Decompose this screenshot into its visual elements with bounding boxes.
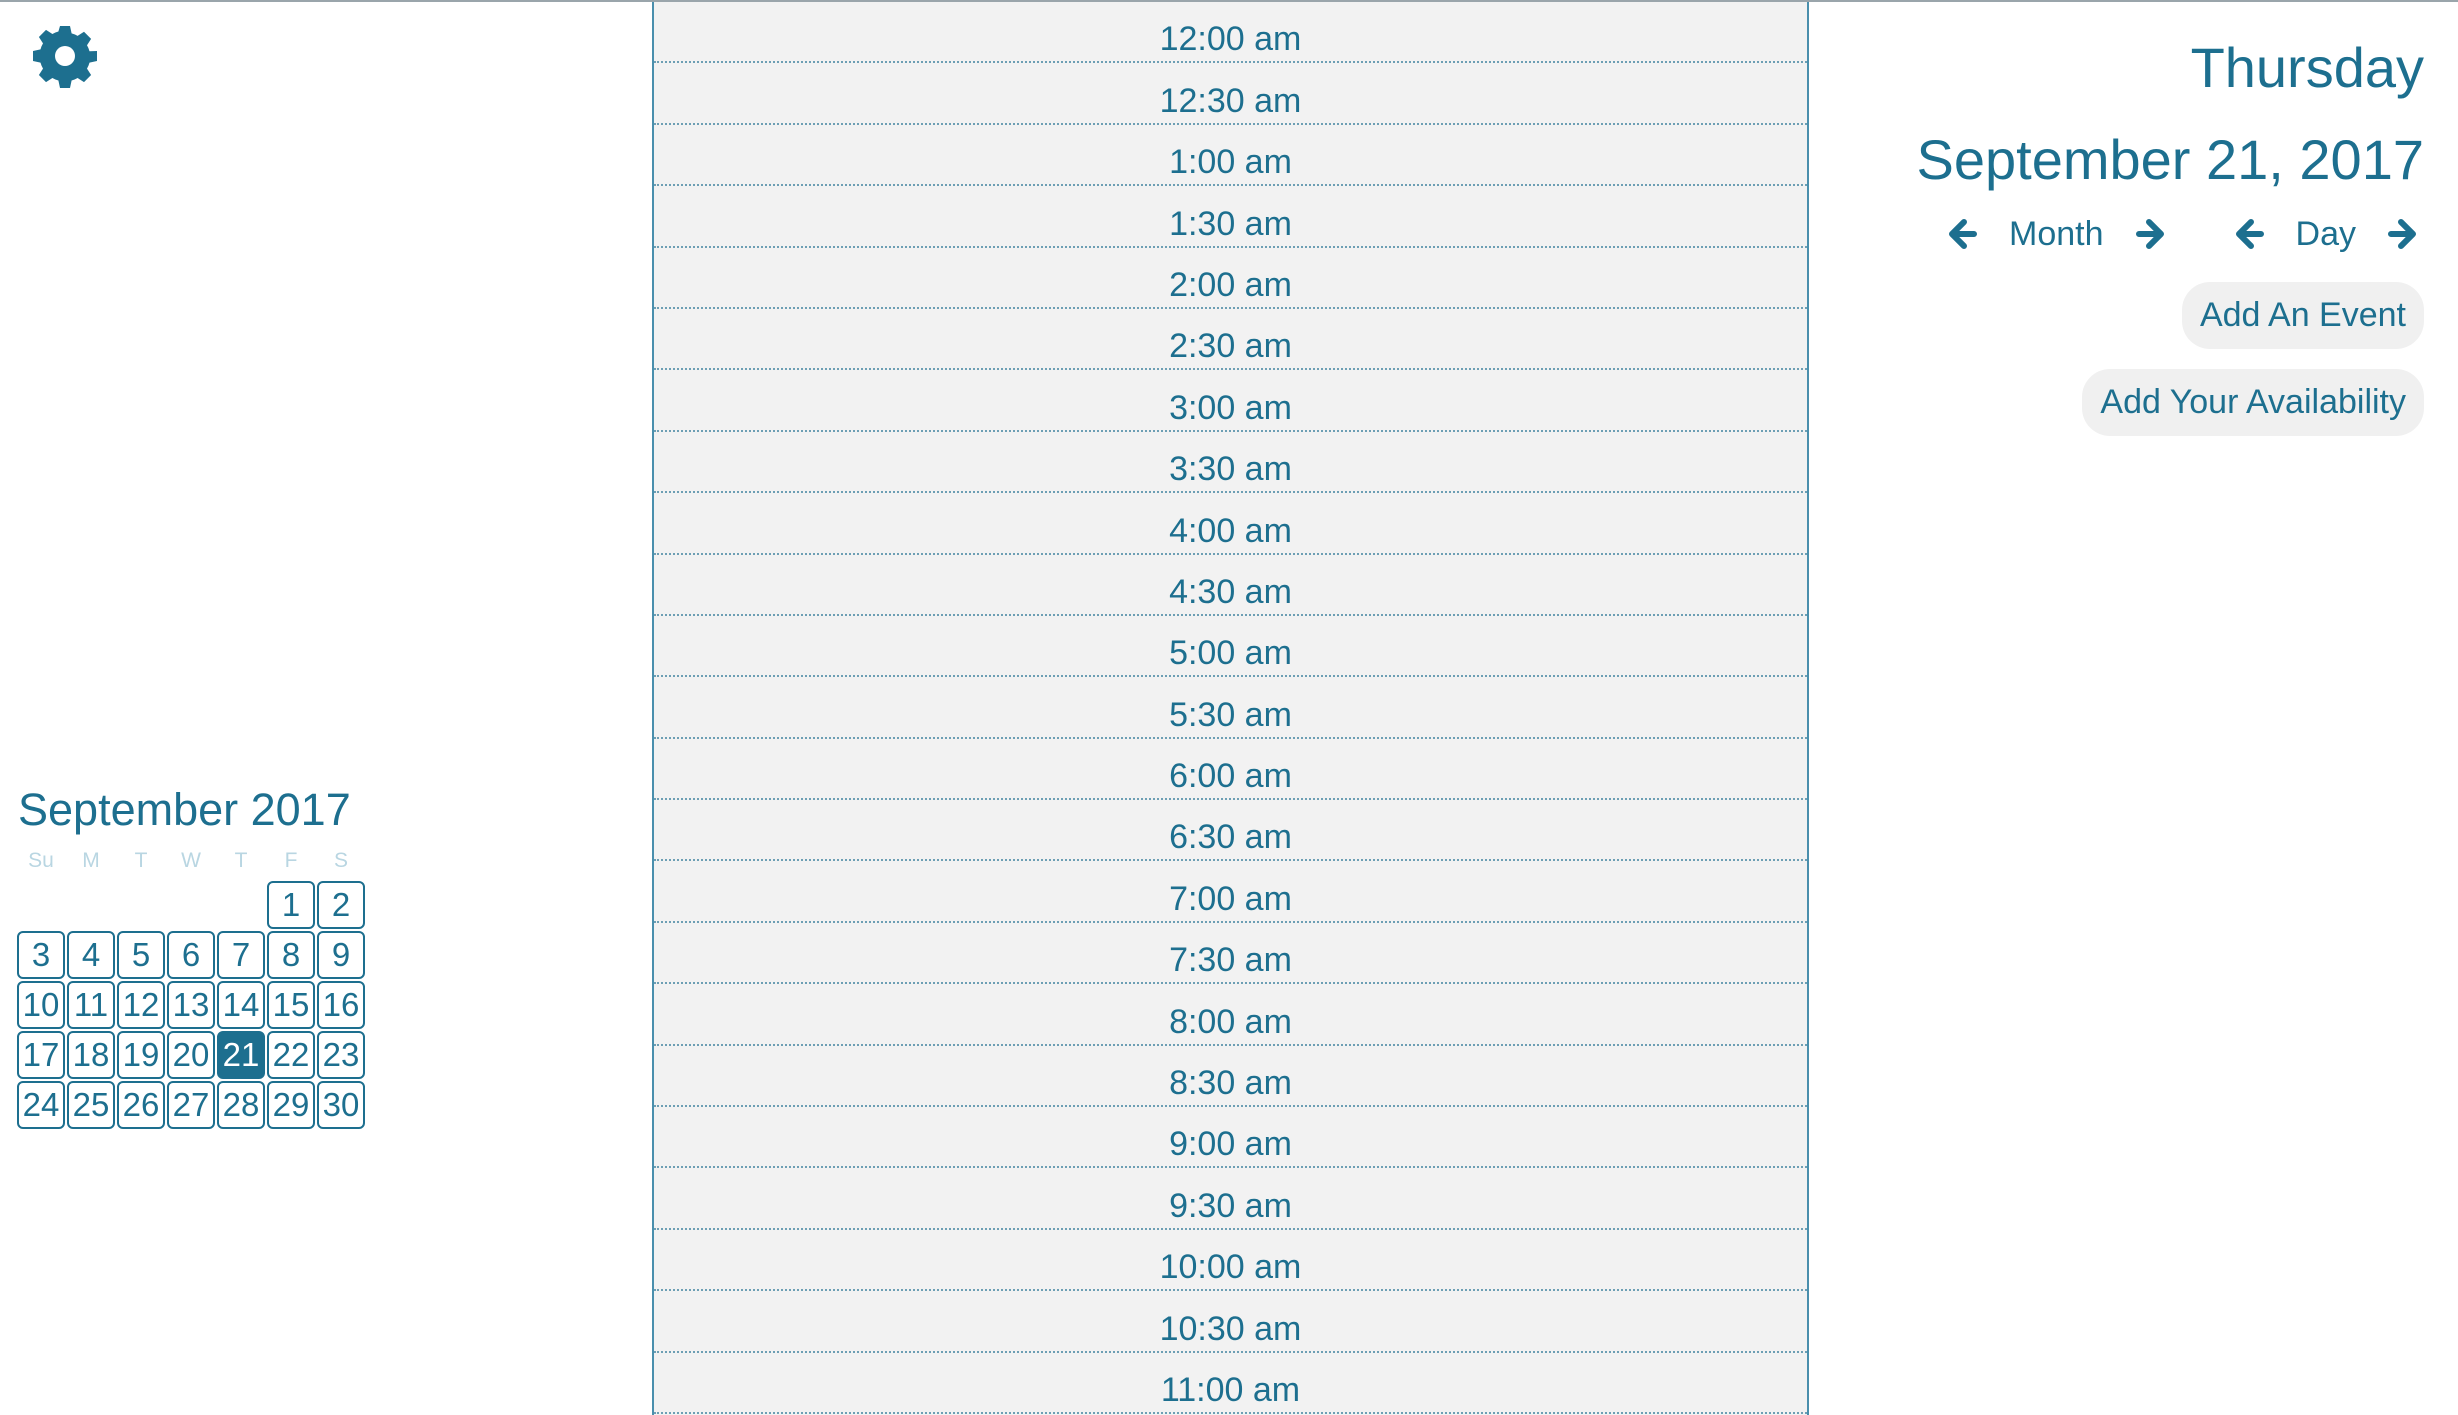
day-cell[interactable]: 18 [67, 1031, 115, 1079]
day-cell[interactable]: 5 [117, 931, 165, 979]
day-cell[interactable]: 20 [167, 1031, 215, 1079]
settings-gear-icon[interactable] [33, 24, 97, 88]
day-cell[interactable]: 17 [17, 1031, 65, 1079]
time-slot[interactable]: 3:30 am [654, 432, 1807, 494]
time-slot[interactable]: 6:30 am [654, 800, 1807, 862]
empty-day-cell [66, 880, 116, 930]
add-event-button[interactable]: Add An Event [2181, 282, 2424, 349]
empty-day-cell [166, 880, 216, 930]
day-cell[interactable]: 14 [217, 981, 265, 1029]
day-cell[interactable]: 13 [167, 981, 215, 1029]
time-slot[interactable]: 2:30 am [654, 309, 1807, 371]
time-slot[interactable]: 6:00 am [654, 739, 1807, 801]
time-slot[interactable]: 10:00 am [654, 1230, 1807, 1292]
time-slot[interactable]: 9:30 am [654, 1168, 1807, 1230]
prev-month-arrow-icon[interactable] [1941, 214, 1981, 254]
time-slot[interactable]: 5:30 am [654, 677, 1807, 739]
day-cell[interactable]: 1 [267, 881, 315, 929]
day-cell[interactable]: 25 [67, 1081, 115, 1129]
month-nav-label: Month [2009, 214, 2104, 253]
day-cell[interactable]: 8 [267, 931, 315, 979]
time-slot[interactable]: 7:00 am [654, 861, 1807, 923]
day-cell[interactable]: 12 [117, 981, 165, 1029]
time-slot[interactable]: 3:00 am [654, 370, 1807, 432]
day-of-week-label: W [181, 849, 201, 872]
day-cell[interactable]: 3 [17, 931, 65, 979]
day-cell[interactable]: 19 [117, 1031, 165, 1079]
day-of-week-label: Su [28, 849, 54, 872]
day-cell[interactable]: 15 [267, 981, 315, 1029]
time-slot[interactable]: 12:30 am [654, 63, 1807, 125]
day-cell[interactable]: 10 [17, 981, 65, 1029]
full-date-title: September 21, 2017 [1916, 128, 2424, 191]
time-slot[interactable]: 8:30 am [654, 1046, 1807, 1108]
mini-calendar-title: September 2017 [18, 784, 351, 835]
date-navigation: Month Day [1844, 206, 2424, 262]
day-cell[interactable]: 9 [317, 931, 365, 979]
day-header-panel: Thursday September 21, 2017 Month Day Ad… [1844, 30, 2424, 436]
next-day-arrow-icon[interactable] [2384, 214, 2424, 254]
day-cell[interactable]: 22 [267, 1031, 315, 1079]
time-slot[interactable]: 5:00 am [654, 616, 1807, 678]
day-cell[interactable]: 29 [267, 1081, 315, 1129]
weekday-title: Thursday [2190, 36, 2424, 99]
time-slot[interactable]: 1:30 am [654, 186, 1807, 248]
day-timeline[interactable]: 12:00 am 12:30 am 1:00 am 1:30 am 2:00 am 2:3… [652, 2, 1809, 1415]
day-cell[interactable]: 4 [67, 931, 115, 979]
calendar-app: September 2017 Su M T W T F S 1 2 3 4 5 6 7 8 9 10 11 12 1… [0, 0, 2458, 1415]
time-slot[interactable]: 10:30 am [654, 1291, 1807, 1353]
time-slot[interactable]: 11:00 am [654, 1353, 1807, 1414]
day-cell[interactable]: 28 [217, 1081, 265, 1129]
gear-icon [33, 26, 97, 88]
day-cell[interactable]: 2 [317, 881, 365, 929]
day-of-week-label: M [82, 849, 100, 872]
time-slot[interactable]: 7:30 am [654, 923, 1807, 985]
time-slot[interactable]: 4:30 am [654, 555, 1807, 616]
day-cell[interactable]: 7 [217, 931, 265, 979]
day-of-week-header: Su M T W T F S [16, 848, 388, 874]
time-slot[interactable]: 4:00 am [654, 493, 1807, 555]
day-cell[interactable]: 23 [317, 1031, 365, 1079]
selected-day-cell[interactable]: 21 [217, 1031, 265, 1079]
day-cell[interactable]: 24 [17, 1081, 65, 1129]
mini-calendar-grid: 1 2 3 4 5 6 7 8 9 10 11 12 13 14 15 16 17 18 19 20 21 22 23 24 2… [16, 880, 388, 1130]
day-cell[interactable]: 16 [317, 981, 365, 1029]
time-slot[interactable]: 12:00 am [654, 2, 1807, 64]
day-of-week-label: F [284, 849, 298, 872]
next-month-arrow-icon[interactable] [2132, 214, 2172, 254]
mini-calendar: September 2017 Su M T W T F S 1 2 3 4 5 6 7 8 9 10 11 12 1… [16, 784, 388, 1130]
empty-day-cell [16, 880, 66, 930]
time-slot[interactable]: 8:00 am [654, 984, 1807, 1046]
day-of-week-label: T [134, 849, 148, 872]
time-slot[interactable]: 1:00 am [654, 125, 1807, 187]
day-nav-label: Day [2295, 214, 2356, 253]
empty-day-cell [116, 880, 166, 930]
day-cell[interactable]: 30 [317, 1081, 365, 1129]
day-cell[interactable]: 27 [167, 1081, 215, 1129]
day-cell[interactable]: 6 [167, 931, 215, 979]
day-cell[interactable]: 26 [117, 1081, 165, 1129]
day-cell[interactable]: 11 [67, 981, 115, 1029]
prev-day-arrow-icon[interactable] [2228, 214, 2268, 254]
time-slot[interactable]: 9:00 am [654, 1107, 1807, 1169]
empty-day-cell [216, 880, 266, 930]
day-of-week-label: S [333, 849, 348, 872]
day-of-week-label: T [234, 849, 248, 872]
time-slot[interactable]: 2:00 am [654, 248, 1807, 309]
add-availability-button[interactable]: Add Your Availability [2082, 369, 2424, 436]
